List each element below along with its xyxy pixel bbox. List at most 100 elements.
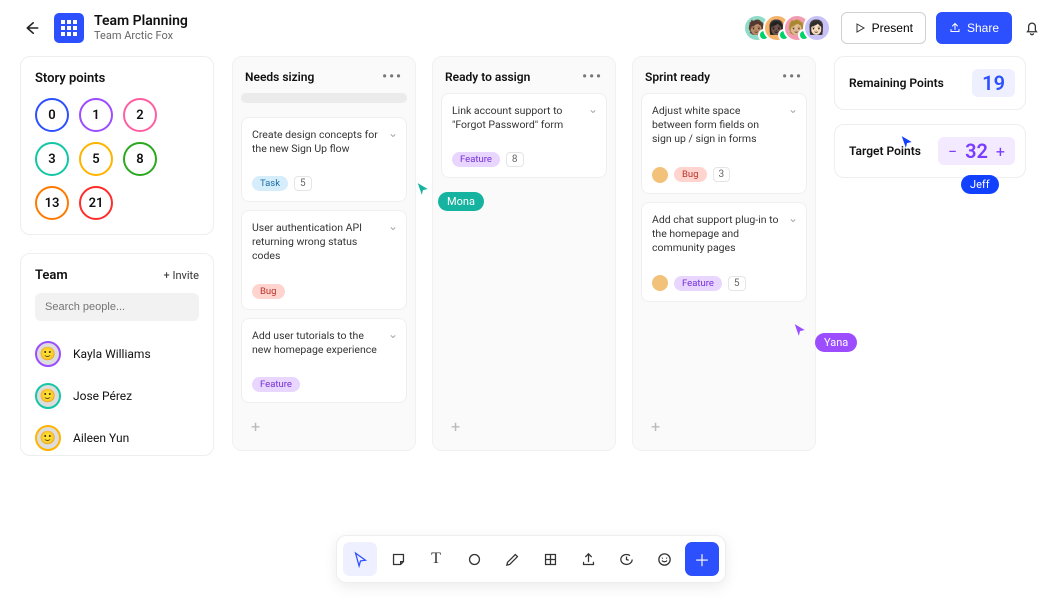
pencil-icon [504, 551, 521, 568]
chevron-down-icon[interactable]: ⌄ [388, 327, 398, 341]
target-points-card: Target Points − 32 + Jeff [834, 124, 1026, 178]
card-title: User authentication API returning wrong … [252, 221, 396, 264]
story-points-panel: Story points 012 358 13 21 [20, 56, 214, 235]
collab-label: Jeff [961, 175, 999, 194]
cursor-icon [900, 135, 914, 149]
column-title: Sprint ready [645, 70, 710, 84]
bottom-toolbar: T ＋ [336, 535, 726, 583]
bell-icon [1023, 19, 1041, 37]
card-points: 5 [294, 176, 312, 191]
tool-reaction[interactable] [647, 542, 681, 576]
team-member-name: Aileen Yun [73, 431, 129, 445]
card[interactable]: Adjust white space between form fields o… [641, 93, 807, 194]
plus-icon: ＋ [694, 547, 710, 571]
tool-sticky[interactable] [381, 542, 415, 576]
tool-shape[interactable] [457, 542, 491, 576]
tag-task: Task [252, 176, 288, 191]
chevron-down-icon[interactable]: ⌄ [788, 211, 798, 225]
add-card-button[interactable]: + [641, 411, 807, 442]
column-title: Needs sizing [245, 70, 314, 84]
tool-text[interactable]: T [419, 542, 453, 576]
tag-feature: Feature [252, 377, 300, 392]
team-member[interactable]: 🙂 Kayla Williams [35, 333, 199, 375]
card[interactable]: Add user tutorials to the new homepage e… [241, 318, 407, 403]
card-placeholder [241, 93, 407, 103]
board-column: Sprint ready ••• Adjust white space betwee… [632, 56, 816, 451]
story-point-chip[interactable]: 0 [35, 98, 69, 132]
column-menu-button[interactable]: ••• [782, 69, 803, 85]
story-point-chip[interactable]: 8 [123, 142, 157, 176]
story-point-chip[interactable]: 21 [79, 186, 113, 220]
team-member[interactable]: 🙂 Aileen Yun [35, 417, 199, 456]
smiley-icon [656, 551, 673, 568]
tag-feature: Feature [452, 152, 500, 167]
board-column: Ready to assign ••• Link account support t… [432, 56, 616, 451]
tool-pen[interactable] [495, 542, 529, 576]
story-points-heading: Story points [35, 71, 199, 86]
board-column: Needs sizing ••• Create design concepts fo… [232, 56, 416, 451]
card[interactable]: Add chat support plug-in to the homepage… [641, 202, 807, 303]
story-point-chip[interactable]: 13 [35, 186, 69, 220]
chevron-down-icon[interactable]: ⌄ [788, 102, 798, 116]
collab-cursor-jeff: Jeff [957, 165, 995, 184]
card[interactable]: Create design concepts for the new Sign … [241, 117, 407, 202]
arrow-left-icon [22, 19, 40, 37]
target-minus-button[interactable]: − [948, 142, 957, 161]
team-search-input[interactable] [35, 293, 199, 321]
assignee-avatar [652, 167, 668, 183]
target-points-value: 32 [965, 139, 988, 163]
target-plus-button[interactable]: + [996, 142, 1005, 161]
card-points: 5 [728, 276, 746, 291]
tool-grid[interactable] [533, 542, 567, 576]
card-title: Create design concepts for the new Sign … [252, 128, 396, 156]
add-card-button[interactable]: + [241, 411, 407, 442]
story-point-chip[interactable]: 1 [79, 98, 113, 132]
tool-add[interactable]: ＋ [685, 542, 719, 576]
card-title: Add chat support plug-in to the homepage… [652, 213, 796, 256]
team-heading: Team [35, 268, 68, 283]
team-member[interactable]: 🙂Jose Pérez [35, 375, 199, 417]
card-title: Adjust white space between form fields o… [652, 104, 796, 147]
column-title: Ready to assign [445, 70, 530, 84]
story-point-chip[interactable]: 3 [35, 142, 69, 176]
chevron-down-icon[interactable]: ⌄ [588, 102, 598, 116]
sticky-note-icon [390, 551, 407, 568]
column-menu-button[interactable]: ••• [382, 69, 403, 85]
share-button[interactable]: Share [936, 12, 1012, 44]
column-menu-button[interactable]: ••• [582, 69, 603, 85]
story-point-chip[interactable]: 2 [123, 98, 157, 132]
tool-upload[interactable] [571, 542, 605, 576]
text-icon: T [431, 550, 441, 568]
top-bar: Team Planning Team Arctic Fox 🧑🏽 👩🏿 🧑🏼 👩… [0, 0, 1062, 56]
remaining-points-value: 19 [972, 69, 1015, 97]
avatar: 🙂 [35, 383, 61, 409]
back-button[interactable] [20, 19, 42, 37]
title-block: Team Planning Team Arctic Fox [94, 13, 188, 43]
page-title: Team Planning [94, 13, 188, 30]
comment-icon [618, 551, 635, 568]
card[interactable]: User authentication API returning wrong … [241, 210, 407, 310]
avatar: 🙂 [35, 425, 61, 451]
chevron-down-icon[interactable]: ⌄ [388, 219, 398, 233]
tool-comment[interactable] [609, 542, 643, 576]
team-member-name: Kayla Williams [73, 347, 151, 361]
present-button[interactable]: Present [841, 12, 926, 44]
present-label: Present [872, 21, 913, 35]
add-card-button[interactable]: + [441, 411, 607, 442]
app-icon [54, 13, 84, 43]
assignee-avatar [652, 275, 668, 291]
presence-avatar[interactable]: 👩🏻 [803, 14, 831, 42]
avatar: 🙂 [35, 341, 61, 367]
card[interactable]: Link account support to "Forgot Password… [441, 93, 607, 178]
tool-pointer[interactable] [343, 542, 377, 576]
card-points: 8 [506, 152, 524, 167]
share-label: Share [967, 21, 999, 35]
circle-icon [466, 551, 483, 568]
notifications-button[interactable] [1022, 18, 1042, 38]
story-point-chip[interactable]: 5 [79, 142, 113, 176]
grid-icon [61, 20, 77, 36]
invite-button[interactable]: + Invite [164, 269, 199, 282]
card-points: 3 [713, 167, 731, 182]
chevron-down-icon[interactable]: ⌄ [388, 126, 398, 140]
page-subtitle: Team Arctic Fox [94, 29, 188, 42]
